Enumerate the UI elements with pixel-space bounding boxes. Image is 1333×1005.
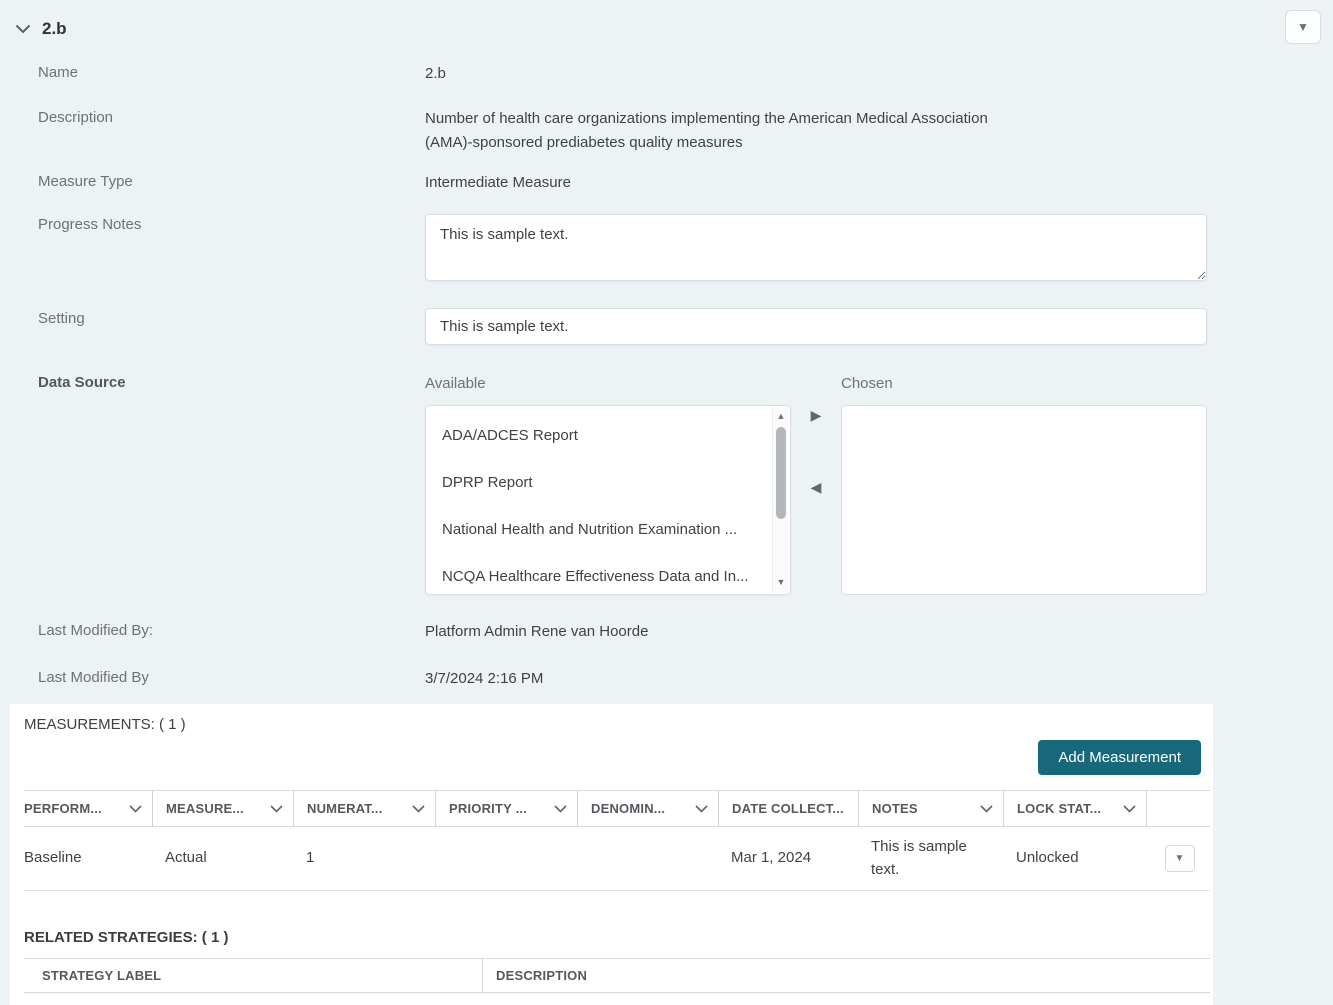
- data-source-label: Data Source: [38, 374, 126, 392]
- chevron-down-icon[interactable]: [270, 804, 283, 813]
- column-header-priority[interactable]: PRIORITY ...: [435, 791, 577, 826]
- chevron-down-icon[interactable]: [129, 804, 142, 813]
- description-label: Description: [38, 109, 114, 127]
- column-header-date-collected[interactable]: DATE COLLECT...: [718, 791, 858, 826]
- measure-detail-page: 2.b ▼ Name 2.b Description Number of hea…: [0, 0, 1333, 1005]
- cell-notes: This is sample text.: [871, 838, 967, 878]
- collapse-chevron-icon[interactable]: [14, 20, 32, 38]
- measurements-table: PERFORM... MEASURE... NUMERAT... PRIORIT…: [24, 790, 1210, 891]
- cell-performance: Baseline: [24, 849, 82, 867]
- chosen-label: Chosen: [841, 375, 893, 393]
- chevron-down-icon[interactable]: [695, 804, 708, 813]
- form-row-last-modified-by: Last Modified By: Platform Admin Rene va…: [0, 620, 1333, 643]
- related-strategies-heading: RELATED STRATEGIES: ( 1 ): [24, 929, 229, 946]
- column-header-performance[interactable]: PERFORM...: [24, 791, 152, 826]
- cell-lock-status: Unlocked: [1016, 849, 1079, 867]
- page-title: 2.b: [42, 19, 67, 38]
- listbox-scrollbar[interactable]: ▲ ▼: [772, 406, 789, 593]
- form-row-last-modified-date: Last Modified By 3/7/2024 2:16 PM: [0, 667, 1333, 690]
- measurements-heading: MEASUREMENTS: ( 1 ): [24, 716, 186, 733]
- column-header-description: DESCRIPTION: [482, 959, 1210, 992]
- related-strategies-table-header: STRATEGY LABEL DESCRIPTION: [24, 958, 1210, 993]
- chevron-down-icon[interactable]: [1123, 804, 1136, 813]
- measurement-row: Baseline Actual 1 Mar 1, 2024 This is sa…: [24, 827, 1210, 891]
- list-item[interactable]: ADA/ADCES Report: [426, 416, 790, 455]
- progress-notes-label: Progress Notes: [38, 216, 142, 233]
- name-label: Name: [38, 64, 79, 81]
- scroll-up-icon[interactable]: ▲: [773, 409, 789, 425]
- form-row-name: Name 2.b: [0, 62, 1333, 85]
- column-header-actions: [1146, 791, 1210, 826]
- measurements-table-header: PERFORM... MEASURE... NUMERAT... PRIORIT…: [24, 790, 1210, 827]
- chevron-down-icon[interactable]: [980, 804, 993, 813]
- scrollbar-thumb[interactable]: [776, 426, 786, 519]
- setting-label: Setting: [38, 310, 85, 328]
- chosen-listbox[interactable]: [841, 404, 1207, 595]
- form-row-data-source: Data Source Available ADA/ADCES Report D…: [0, 372, 1333, 595]
- move-right-button[interactable]: ▶: [811, 408, 822, 422]
- last-modified-by-value: Platform Admin Rene van Hoorde: [425, 622, 649, 640]
- list-item[interactable]: DPRP Report: [426, 463, 790, 502]
- column-header-strategy-label: STRATEGY LABEL: [42, 968, 162, 983]
- column-header-numerator[interactable]: NUMERAT...: [293, 791, 435, 826]
- caret-down-icon: ▼: [1174, 852, 1185, 864]
- move-left-button[interactable]: ◀: [811, 480, 822, 494]
- column-header-notes[interactable]: NOTES: [858, 791, 1003, 826]
- list-item[interactable]: NCQA Healthcare Effectiveness Data and I…: [426, 557, 790, 593]
- setting-input[interactable]: [425, 308, 1207, 346]
- available-column: Available ADA/ADCES Report DPRP Report N…: [425, 372, 791, 595]
- cell-numerator: 1: [306, 849, 315, 867]
- column-header-lock-status[interactable]: LOCK STAT...: [1003, 791, 1146, 826]
- list-item[interactable]: National Health and Nutrition Examinatio…: [426, 510, 790, 549]
- column-header-denominator[interactable]: DENOMIN...: [577, 791, 718, 826]
- row-menu-button[interactable]: ▼: [1164, 845, 1195, 872]
- cell-date-collected: Mar 1, 2024: [731, 849, 812, 867]
- measure-form: Name 2.b Description Number of health ca…: [0, 44, 1333, 690]
- related-strategies-table: STRATEGY LABEL DESCRIPTION Evidence-base…: [24, 958, 1210, 1005]
- cell-denominator: [577, 851, 718, 867]
- cell-measure: Actual: [165, 849, 207, 867]
- measure-type-label: Measure Type: [38, 172, 133, 190]
- panel-menu-button[interactable]: ▼: [1285, 10, 1321, 44]
- transfer-controls: ▶ ◀: [791, 372, 841, 494]
- available-label: Available: [425, 375, 486, 393]
- last-modified-date-value: 3/7/2024 2:16 PM: [425, 669, 544, 687]
- column-header-measure[interactable]: MEASURE...: [152, 791, 293, 826]
- form-row-measure-type: Measure Type Intermediate Measure: [0, 171, 1333, 194]
- data-source-duallist: Available ADA/ADCES Report DPRP Report N…: [425, 372, 1207, 595]
- caret-down-icon: ▼: [1297, 20, 1309, 34]
- form-row-description: Description Number of health care organi…: [0, 107, 1333, 154]
- add-measurement-button[interactable]: Add Measurement: [1038, 740, 1201, 775]
- chevron-down-icon[interactable]: [412, 804, 425, 813]
- measure-type-value: Intermediate Measure: [425, 173, 571, 191]
- measurements-panel: MEASUREMENTS: ( 1 ) Add Measurement PERF…: [10, 704, 1213, 1005]
- progress-notes-textarea[interactable]: This is sample text.: [425, 214, 1207, 281]
- cell-priority: [435, 851, 577, 867]
- strategy-row: Evidence-based Approaches to Diabetes Ma…: [24, 993, 1210, 1005]
- last-modified-date-label: Last Modified By: [38, 668, 149, 686]
- cell-actions: ▼: [1146, 837, 1210, 880]
- scroll-down-icon[interactable]: ▼: [773, 575, 789, 591]
- name-value: 2.b: [425, 65, 446, 82]
- description-value: Number of health care organizations impl…: [425, 110, 988, 151]
- form-row-setting: Setting: [0, 308, 1333, 346]
- form-row-progress-notes: Progress Notes This is sample text.: [0, 214, 1333, 288]
- chevron-down-icon[interactable]: [554, 804, 567, 813]
- chosen-column: Chosen: [841, 372, 1207, 595]
- section-header: 2.b: [0, 0, 1333, 44]
- available-listbox[interactable]: ADA/ADCES Report DPRP Report National He…: [425, 404, 791, 595]
- last-modified-by-label: Last Modified By:: [38, 621, 154, 639]
